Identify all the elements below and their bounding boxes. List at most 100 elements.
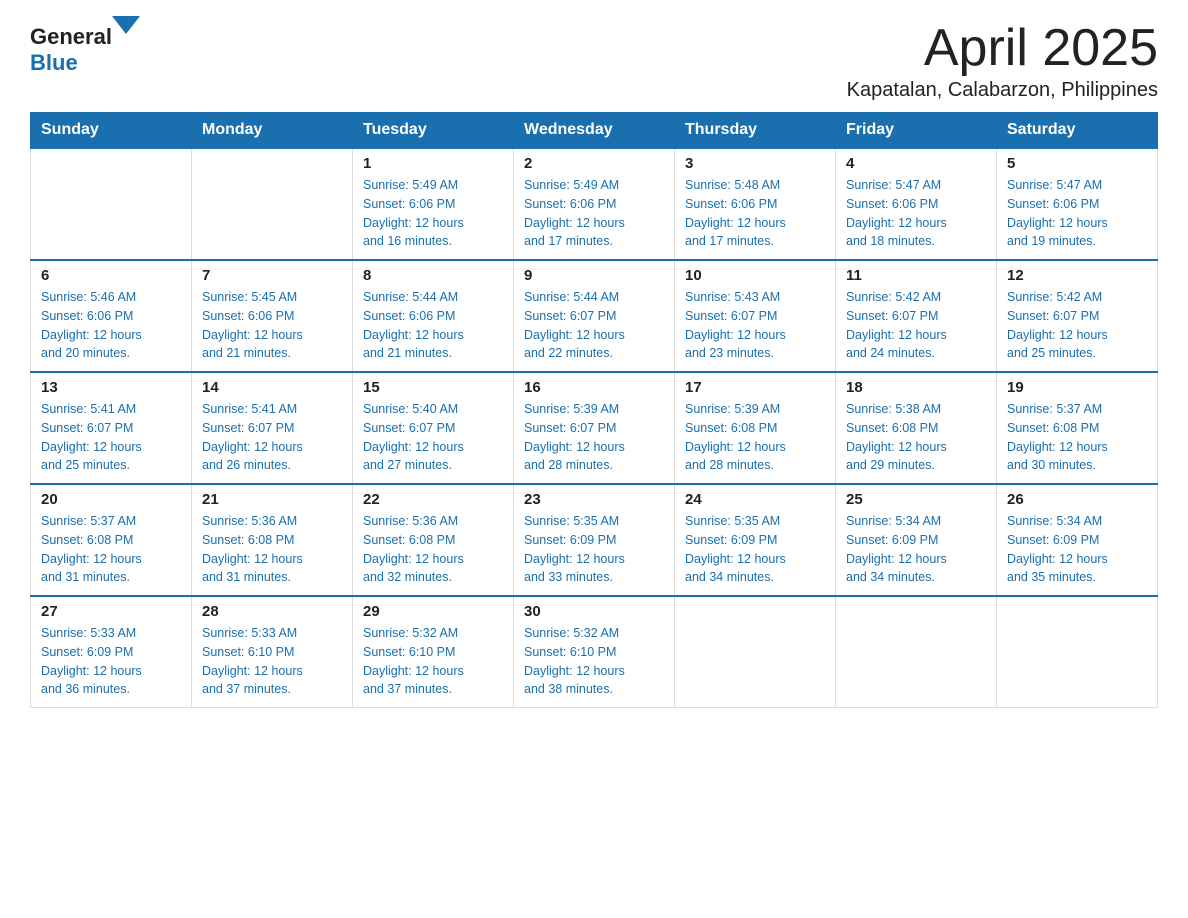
week-row-2: 6 Sunrise: 5:46 AM Sunset: 6:06 PM Daylig…	[31, 260, 1158, 372]
day-number: 20	[41, 491, 181, 508]
day-number: 22	[363, 491, 503, 508]
day-info: Sunrise: 5:45 AM Sunset: 6:06 PM Dayligh…	[202, 288, 342, 363]
day-info: Sunrise: 5:49 AM Sunset: 6:06 PM Dayligh…	[363, 176, 503, 251]
day-number: 8	[363, 267, 503, 284]
calendar-cell: 13 Sunrise: 5:41 AM Sunset: 6:07 PM Dayli…	[31, 372, 192, 484]
day-number: 10	[685, 267, 825, 284]
week-row-4: 20 Sunrise: 5:37 AM Sunset: 6:08 PM Dayli…	[31, 484, 1158, 596]
title-block: April 2025 Kapatalan, Calabarzon, Philip…	[847, 20, 1158, 102]
day-number: 18	[846, 379, 986, 396]
day-info: Sunrise: 5:34 AM Sunset: 6:09 PM Dayligh…	[1007, 512, 1147, 587]
day-info: Sunrise: 5:38 AM Sunset: 6:08 PM Dayligh…	[846, 400, 986, 475]
day-header-friday: Friday	[836, 113, 997, 149]
calendar-cell: 1 Sunrise: 5:49 AM Sunset: 6:06 PM Daylig…	[353, 148, 514, 260]
day-number: 15	[363, 379, 503, 396]
week-row-1: 1 Sunrise: 5:49 AM Sunset: 6:06 PM Daylig…	[31, 148, 1158, 260]
day-header-sunday: Sunday	[31, 113, 192, 149]
day-info: Sunrise: 5:48 AM Sunset: 6:06 PM Dayligh…	[685, 176, 825, 251]
calendar-cell: 28 Sunrise: 5:33 AM Sunset: 6:10 PM Dayli…	[192, 596, 353, 708]
calendar-cell: 30 Sunrise: 5:32 AM Sunset: 6:10 PM Dayli…	[514, 596, 675, 708]
day-info: Sunrise: 5:44 AM Sunset: 6:06 PM Dayligh…	[363, 288, 503, 363]
day-info: Sunrise: 5:42 AM Sunset: 6:07 PM Dayligh…	[1007, 288, 1147, 363]
day-info: Sunrise: 5:41 AM Sunset: 6:07 PM Dayligh…	[202, 400, 342, 475]
calendar-cell	[31, 148, 192, 260]
day-header-thursday: Thursday	[675, 113, 836, 149]
week-row-3: 13 Sunrise: 5:41 AM Sunset: 6:07 PM Dayli…	[31, 372, 1158, 484]
day-info: Sunrise: 5:39 AM Sunset: 6:08 PM Dayligh…	[685, 400, 825, 475]
day-info: Sunrise: 5:43 AM Sunset: 6:07 PM Dayligh…	[685, 288, 825, 363]
day-number: 17	[685, 379, 825, 396]
day-number: 3	[685, 155, 825, 172]
day-number: 6	[41, 267, 181, 284]
page-header: General Blue April 2025 Kapatalan, Calab…	[30, 20, 1158, 102]
day-number: 26	[1007, 491, 1147, 508]
location-subtitle: Kapatalan, Calabarzon, Philippines	[847, 79, 1158, 102]
day-number: 13	[41, 379, 181, 396]
calendar-cell: 17 Sunrise: 5:39 AM Sunset: 6:08 PM Dayli…	[675, 372, 836, 484]
day-info: Sunrise: 5:39 AM Sunset: 6:07 PM Dayligh…	[524, 400, 664, 475]
day-header-saturday: Saturday	[997, 113, 1158, 149]
calendar-cell: 25Sunrise: 5:34 AM Sunset: 6:09 PM Dayli…	[836, 484, 997, 596]
logo-text: General Blue	[30, 20, 140, 76]
day-info: Sunrise: 5:36 AM Sunset: 6:08 PM Dayligh…	[202, 512, 342, 587]
day-info: Sunrise: 5:41 AM Sunset: 6:07 PM Dayligh…	[41, 400, 181, 475]
calendar-cell: 18 Sunrise: 5:38 AM Sunset: 6:08 PM Dayli…	[836, 372, 997, 484]
day-info: Sunrise: 5:34 AM Sunset: 6:09 PM Dayligh…	[846, 512, 986, 587]
day-info: Sunrise: 5:42 AM Sunset: 6:07 PM Dayligh…	[846, 288, 986, 363]
day-info: Sunrise: 5:36 AM Sunset: 6:08 PM Dayligh…	[363, 512, 503, 587]
calendar-cell: 6 Sunrise: 5:46 AM Sunset: 6:06 PM Daylig…	[31, 260, 192, 372]
day-info: Sunrise: 5:49 AM Sunset: 6:06 PM Dayligh…	[524, 176, 664, 251]
day-info: Sunrise: 5:33 AM Sunset: 6:10 PM Dayligh…	[202, 624, 342, 699]
day-info: Sunrise: 5:37 AM Sunset: 6:08 PM Dayligh…	[1007, 400, 1147, 475]
calendar-cell: 23Sunrise: 5:35 AM Sunset: 6:09 PM Dayli…	[514, 484, 675, 596]
day-number: 7	[202, 267, 342, 284]
logo-general: General	[30, 24, 112, 49]
day-number: 21	[202, 491, 342, 508]
calendar-cell: 4 Sunrise: 5:47 AM Sunset: 6:06 PM Daylig…	[836, 148, 997, 260]
day-info: Sunrise: 5:32 AM Sunset: 6:10 PM Dayligh…	[524, 624, 664, 699]
day-number: 29	[363, 603, 503, 620]
day-number: 19	[1007, 379, 1147, 396]
calendar-cell: 21 Sunrise: 5:36 AM Sunset: 6:08 PM Dayli…	[192, 484, 353, 596]
calendar-cell: 22 Sunrise: 5:36 AM Sunset: 6:08 PM Dayli…	[353, 484, 514, 596]
day-number: 5	[1007, 155, 1147, 172]
calendar-cell: 14 Sunrise: 5:41 AM Sunset: 6:07 PM Dayli…	[192, 372, 353, 484]
calendar-table: SundayMondayTuesdayWednesdayThursdayFrid…	[30, 112, 1158, 708]
day-number: 28	[202, 603, 342, 620]
calendar-cell: 5 Sunrise: 5:47 AM Sunset: 6:06 PM Daylig…	[997, 148, 1158, 260]
month-title: April 2025	[847, 20, 1158, 77]
day-number: 14	[202, 379, 342, 396]
day-info: Sunrise: 5:35 AM Sunset: 6:09 PM Dayligh…	[524, 512, 664, 587]
day-header-wednesday: Wednesday	[514, 113, 675, 149]
day-info: Sunrise: 5:32 AM Sunset: 6:10 PM Dayligh…	[363, 624, 503, 699]
calendar-cell: 26 Sunrise: 5:34 AM Sunset: 6:09 PM Dayli…	[997, 484, 1158, 596]
day-info: Sunrise: 5:37 AM Sunset: 6:08 PM Dayligh…	[41, 512, 181, 587]
day-header-monday: Monday	[192, 113, 353, 149]
day-info: Sunrise: 5:46 AM Sunset: 6:06 PM Dayligh…	[41, 288, 181, 363]
logo-blue: Blue	[30, 50, 78, 75]
calendar-cell: 24Sunrise: 5:35 AM Sunset: 6:09 PM Dayli…	[675, 484, 836, 596]
calendar-cell: 16Sunrise: 5:39 AM Sunset: 6:07 PM Dayli…	[514, 372, 675, 484]
day-info: Sunrise: 5:47 AM Sunset: 6:06 PM Dayligh…	[1007, 176, 1147, 251]
day-info: Sunrise: 5:47 AM Sunset: 6:06 PM Dayligh…	[846, 176, 986, 251]
day-number: 30	[524, 603, 664, 620]
day-number: 11	[846, 267, 986, 284]
calendar-cell: 27 Sunrise: 5:33 AM Sunset: 6:09 PM Dayli…	[31, 596, 192, 708]
logo-icon	[112, 16, 140, 44]
calendar-cell: 29 Sunrise: 5:32 AM Sunset: 6:10 PM Dayli…	[353, 596, 514, 708]
calendar-cell: 2 Sunrise: 5:49 AM Sunset: 6:06 PM Daylig…	[514, 148, 675, 260]
day-info: Sunrise: 5:33 AM Sunset: 6:09 PM Dayligh…	[41, 624, 181, 699]
calendar-cell: 9Sunrise: 5:44 AM Sunset: 6:07 PM Daylig…	[514, 260, 675, 372]
calendar-cell: 8 Sunrise: 5:44 AM Sunset: 6:06 PM Daylig…	[353, 260, 514, 372]
day-number: 4	[846, 155, 986, 172]
calendar-cell: 12Sunrise: 5:42 AM Sunset: 6:07 PM Dayli…	[997, 260, 1158, 372]
calendar-cell: 11 Sunrise: 5:42 AM Sunset: 6:07 PM Dayli…	[836, 260, 997, 372]
calendar-cell: 15 Sunrise: 5:40 AM Sunset: 6:07 PM Dayli…	[353, 372, 514, 484]
day-number: 1	[363, 155, 503, 172]
calendar-cell: 20 Sunrise: 5:37 AM Sunset: 6:08 PM Dayli…	[31, 484, 192, 596]
day-info: Sunrise: 5:40 AM Sunset: 6:07 PM Dayligh…	[363, 400, 503, 475]
day-number: 2	[524, 155, 664, 172]
calendar-cell: 7 Sunrise: 5:45 AM Sunset: 6:06 PM Daylig…	[192, 260, 353, 372]
header-row: SundayMondayTuesdayWednesdayThursdayFrid…	[31, 113, 1158, 149]
day-number: 27	[41, 603, 181, 620]
